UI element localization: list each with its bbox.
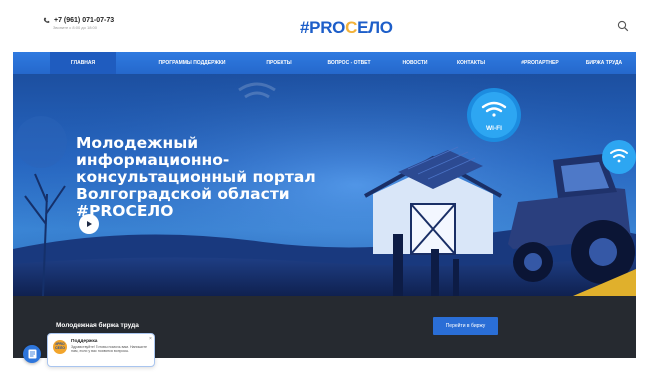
phone-number[interactable]: +7 (961) 071-07-73 xyxy=(54,17,114,24)
phone-hours: Звоните с 8:00 до 18:00 xyxy=(53,25,97,30)
play-icon xyxy=(87,221,92,227)
support-avatar: #PRO СЕЛО xyxy=(53,340,67,354)
support-message: Здравствуйте! Готовы помочь вам. Напишит… xyxy=(71,345,147,354)
hero-title: Молодежный информационно-консультационны… xyxy=(76,134,316,220)
nav-item-home[interactable]: Главная xyxy=(50,52,116,74)
phone-block[interactable]: +7 (961) 071-07-73 Звоните с 8:00 до 18:… xyxy=(43,17,114,30)
chat-document-icon xyxy=(28,349,36,359)
chat-close-icon[interactable]: × xyxy=(149,336,152,342)
site-header: +7 (961) 071-07-73 Звоните с 8:00 до 18:… xyxy=(13,6,636,46)
job-exchange-title: Молодежная биржа труда xyxy=(56,322,139,329)
phone-icon xyxy=(43,17,50,23)
page: +7 (961) 071-07-73 Звоните с 8:00 до 18:… xyxy=(0,0,646,385)
hero-banner: WI-FI Молодежный информационно-консульта… xyxy=(13,74,636,296)
nav-item-news[interactable]: Новости xyxy=(394,52,436,74)
logo-text-main: #PRO xyxy=(300,18,346,37)
nav-item-projects[interactable]: Проекты xyxy=(256,52,302,74)
main-nav: Главная Программы поддержки Проекты Вопр… xyxy=(13,52,636,74)
nav-item-job-exchange[interactable]: Биржа труда xyxy=(580,52,628,74)
wifi-badge-shape xyxy=(467,88,521,142)
search-icon[interactable] xyxy=(617,20,629,32)
play-video-button[interactable] xyxy=(79,214,99,234)
go-to-exchange-button[interactable]: Перейти в биржу xyxy=(433,317,498,335)
nav-item-partner[interactable]: #PROпартнер xyxy=(512,52,568,74)
chat-popup[interactable]: #PRO СЕЛО Поддержка Здравствуйте! Готовы… xyxy=(47,333,155,367)
support-name: Поддержка xyxy=(71,339,98,344)
nav-item-contacts[interactable]: Контакты xyxy=(448,52,494,74)
nav-item-faq[interactable]: Вопрос - ответ xyxy=(318,52,380,74)
site-logo[interactable]: #PROСЕЛО xyxy=(300,18,393,38)
nav-item-support-programs[interactable]: Программы поддержки xyxy=(142,52,242,74)
wifi-badge-label: WI-FI xyxy=(486,125,502,132)
logo-text-accent: С xyxy=(345,18,358,37)
logo-text-rest: ЕЛО xyxy=(357,18,393,37)
chat-launcher-button[interactable] xyxy=(23,345,41,363)
